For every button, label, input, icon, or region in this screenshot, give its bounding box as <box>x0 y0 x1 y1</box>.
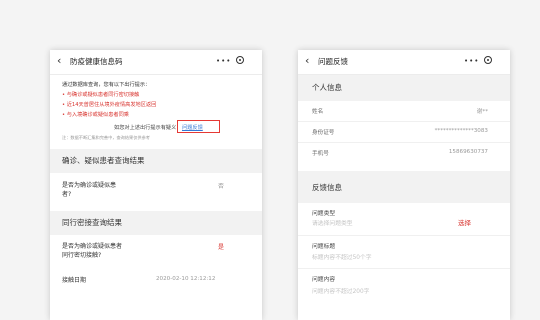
contact-date-row: 接触日期 2020-02-10 12:12:12 <box>50 272 262 289</box>
nav-bar: ‹ 问题反馈 ••• <box>298 50 510 75</box>
name-value: 谢** <box>476 109 488 115</box>
contact-section-header: 同行密接查询结果 <box>50 210 262 235</box>
nav-bar: ‹ 防疫健康信息码 ••• <box>50 50 262 75</box>
more-dots-icon[interactable]: ••• <box>464 57 479 65</box>
disclaimer-note: 注：数据不断汇集和完善中，查询结果仅供参考 <box>62 134 150 140</box>
target-icon[interactable] <box>236 56 244 64</box>
confirm-question: 是否为确诊或疑似患者? <box>62 181 117 198</box>
issue-subject-field[interactable]: 问题标题 标题内容不超过50个字 <box>298 236 510 269</box>
chevron-left-icon[interactable]: ‹ <box>305 54 309 67</box>
travel-notice: 通过数据库查询，您有以下出行提示： • 与确诊或疑似患者同行密切接触 • 近14… <box>50 75 262 133</box>
page-title: 问题反馈 <box>318 57 348 66</box>
feedback-section-header: 反馈信息 <box>298 171 510 203</box>
contact-answer: 是 <box>218 243 225 251</box>
more-dots-icon[interactable]: ••• <box>216 57 231 65</box>
issue-type-field[interactable]: 问题类型 请选择问题类型 选择 <box>298 203 510 236</box>
feedback-prompt: 如您对上述出行提示有疑义， 问题反馈 <box>62 119 250 133</box>
contact-date-label: 接触日期 <box>62 276 87 284</box>
issue-content-input[interactable]: 问题内容不超过200字 <box>312 286 369 295</box>
phone-value: 15869630737 <box>448 149 488 155</box>
right-phone-screen: ‹ 问题反馈 ••• 个人信息 姓名 谢** 身份证号 ************… <box>298 50 510 320</box>
confirm-result-row: 是否为确诊或疑似患者? 否 <box>50 172 262 211</box>
confirm-answer: 否 <box>218 182 225 190</box>
issue-subject-label: 问题标题 <box>312 244 336 250</box>
notice-intro: 通过数据库查询，您有以下出行提示： <box>62 82 151 88</box>
issue-content-label: 问题内容 <box>312 277 336 283</box>
contact-question: 是否为确诊或疑似患者同行密切接触? <box>62 242 123 259</box>
page-title: 防疫健康信息码 <box>70 57 123 66</box>
personal-section-header: 个人信息 <box>298 75 510 101</box>
target-icon[interactable] <box>484 56 492 64</box>
name-label: 姓名 <box>312 109 324 115</box>
issue-type-label: 问题类型 <box>312 211 336 217</box>
phone-label: 手机号 <box>312 151 329 157</box>
notice-item: • 与确诊或疑似患者同行密切接触 <box>62 92 140 98</box>
issue-type-placeholder: 请选择问题类型 <box>312 221 353 227</box>
id-number-row: 身份证号 **************3083 <box>298 122 510 143</box>
confirm-section-header: 确诊、疑似患者查询结果 <box>50 148 262 173</box>
feedback-prompt-label: 如您对上述出行提示有疑义， <box>114 124 182 131</box>
select-issue-type-button[interactable]: 选择 <box>458 217 471 227</box>
notice-item: • 近14天曾居住从境外疫情高发地区返回 <box>62 102 157 109</box>
highlight-box <box>177 119 220 133</box>
id-number-value: **************3083 <box>434 128 488 134</box>
issue-content-field[interactable]: 问题内容 问题内容不超过200字 <box>298 269 510 309</box>
contact-date-value: 2020-02-10 12:12:12 <box>156 275 216 282</box>
chevron-left-icon[interactable]: ‹ <box>57 54 61 67</box>
left-phone-screen: ‹ 防疫健康信息码 ••• 通过数据库查询，您有以下出行提示： • 与确诊或疑似… <box>50 50 262 320</box>
name-row: 姓名 谢** <box>298 101 510 122</box>
phone-row: 手机号 15869630737 <box>298 143 510 163</box>
issue-subject-input[interactable]: 标题内容不超过50个字 <box>312 252 372 261</box>
id-number-label: 身份证号 <box>312 130 335 136</box>
notice-item: • 与入境确诊或疑似患者同乘 <box>62 112 129 119</box>
contact-result-row: 是否为确诊或疑似患者同行密切接触? 是 <box>50 234 262 273</box>
